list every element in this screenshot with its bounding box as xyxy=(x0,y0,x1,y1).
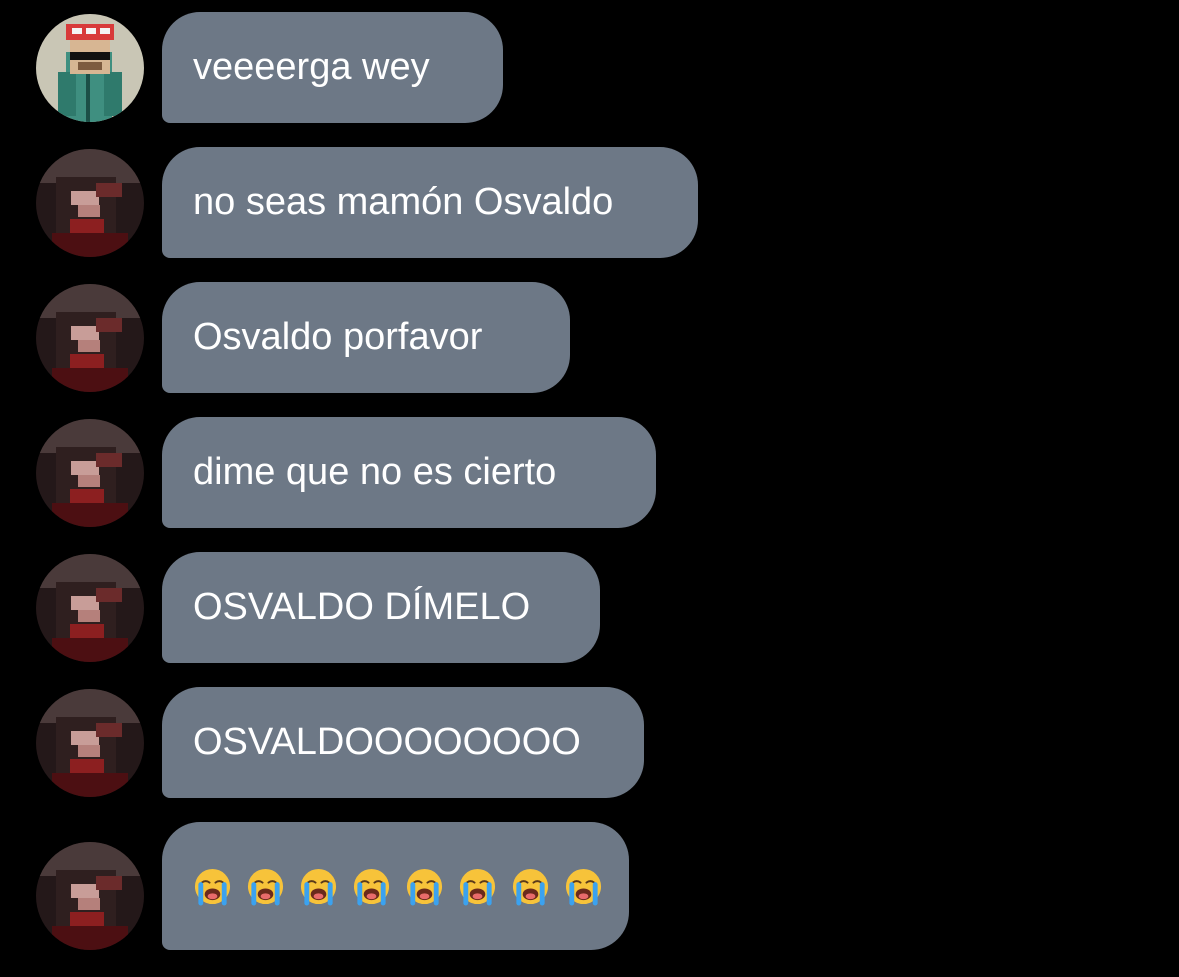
message-row: veeeerga wey xyxy=(0,12,1179,124)
message-row xyxy=(0,822,1179,950)
message-row: OSVALDOOOOOOOO xyxy=(0,687,1179,799)
dark-red-avatar-icon[interactable] xyxy=(36,554,144,662)
loudly-crying-face-icon xyxy=(352,867,391,906)
message-row: no seas mamón Osvaldo xyxy=(0,147,1179,259)
chat-thread: veeeerga wey no seas mamón Osvaldo Osval… xyxy=(0,0,1179,977)
message-bubble[interactable]: dime que no es cierto xyxy=(162,417,656,528)
dark-red-avatar-icon[interactable] xyxy=(36,149,144,257)
loudly-crying-face-icon xyxy=(405,867,444,906)
dark-red-avatar-icon[interactable] xyxy=(36,284,144,392)
loudly-crying-face-icon xyxy=(246,867,285,906)
message-row: OSVALDO DÍMELO xyxy=(0,552,1179,664)
minecraft-avatar-icon[interactable] xyxy=(36,14,144,122)
message-bubble[interactable]: OSVALDOOOOOOOO xyxy=(162,687,644,798)
dark-red-avatar-icon[interactable] xyxy=(36,842,144,950)
message-bubble[interactable]: no seas mamón Osvaldo xyxy=(162,147,698,258)
message-bubble[interactable]: Osvaldo porfavor xyxy=(162,282,570,393)
loudly-crying-face-icon xyxy=(299,867,338,906)
message-bubble[interactable] xyxy=(162,822,629,950)
message-row: dime que no es cierto xyxy=(0,417,1179,529)
message-bubble[interactable]: OSVALDO DÍMELO xyxy=(162,552,600,663)
dark-red-avatar-icon[interactable] xyxy=(36,419,144,527)
loudly-crying-face-icon xyxy=(193,867,232,906)
message-row: Osvaldo porfavor xyxy=(0,282,1179,394)
message-bubble[interactable]: veeeerga wey xyxy=(162,12,503,123)
loudly-crying-face-icon xyxy=(511,867,550,906)
loudly-crying-face-icon xyxy=(458,867,497,906)
emoji-row xyxy=(193,822,602,950)
dark-red-avatar-icon[interactable] xyxy=(36,689,144,797)
loudly-crying-face-icon xyxy=(564,867,603,906)
